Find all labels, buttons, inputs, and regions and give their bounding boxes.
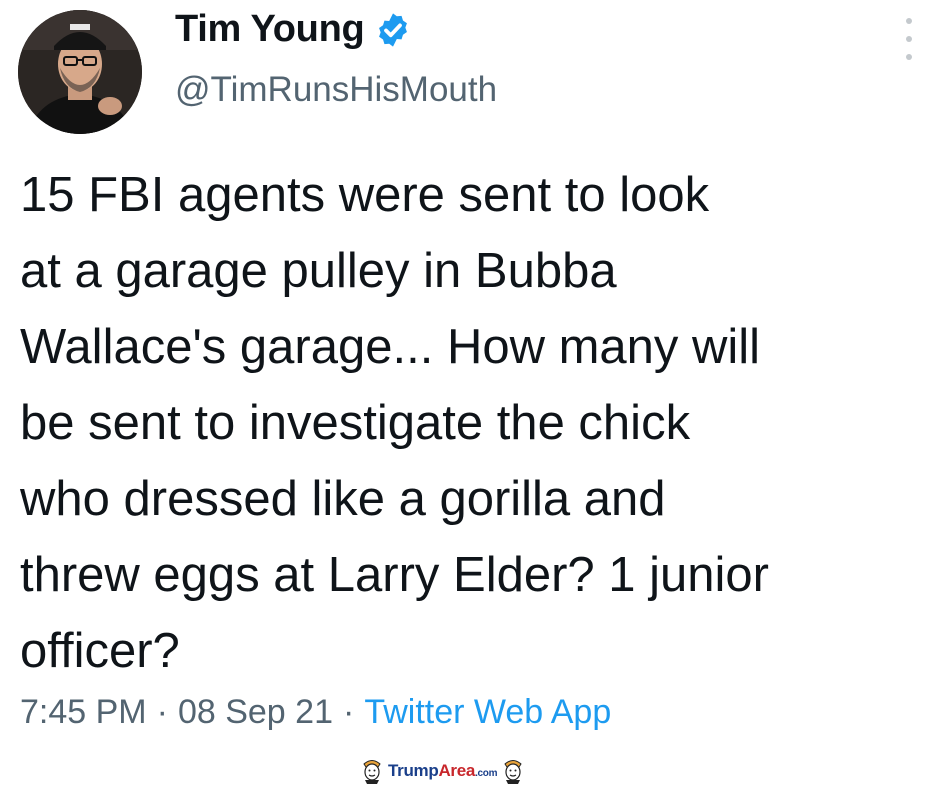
more-dot bbox=[906, 54, 912, 60]
tweet-text-line: at a garage pulley in Bubba bbox=[20, 244, 617, 298]
tweet-text-line: threw eggs at Larry Elder? 1 junior bbox=[20, 548, 769, 602]
tweet-text-line: 15 FBI agents were sent to look bbox=[20, 168, 710, 222]
tweet-time[interactable]: 7:45 PM bbox=[20, 693, 147, 731]
tweet-date[interactable]: 08 Sep 21 bbox=[178, 693, 333, 731]
tweet-source[interactable]: Twitter Web App bbox=[364, 693, 611, 731]
watermark: TrumpArea.com bbox=[360, 758, 525, 784]
avatar-image bbox=[18, 10, 142, 134]
tweet-text: 15 FBI agents were sent to look at a gar… bbox=[20, 157, 930, 689]
tweet-text-line: be sent to investigate the chick bbox=[20, 396, 691, 450]
watermark-text: TrumpArea.com bbox=[388, 761, 498, 781]
author-name-row[interactable]: Tim Young bbox=[175, 8, 412, 51]
tweet-text-line: who dressed like a gorilla and bbox=[20, 472, 666, 526]
caricature-right-icon bbox=[504, 760, 522, 784]
more-options-icon[interactable] bbox=[898, 18, 920, 60]
more-dot bbox=[906, 36, 912, 42]
tweet-text-line: officer? bbox=[20, 624, 180, 678]
watermark-part: .com bbox=[475, 768, 498, 779]
watermark-part: Trump bbox=[388, 761, 439, 780]
tweet-meta: 7:45 PM · 08 Sep 21 · Twitter Web App bbox=[20, 693, 611, 732]
author-handle[interactable]: @TimRunsHisMouth bbox=[175, 70, 497, 110]
meta-separator: · bbox=[342, 693, 355, 731]
tweet-card: Tim Young @TimRunsHisMouth 15 FBI agents… bbox=[0, 0, 940, 789]
author-name[interactable]: Tim Young bbox=[175, 8, 365, 51]
avatar[interactable] bbox=[18, 10, 142, 134]
caricature-left-icon bbox=[363, 760, 381, 784]
more-dot bbox=[906, 18, 912, 24]
watermark-part: Area bbox=[438, 761, 476, 780]
verified-badge-icon bbox=[379, 12, 408, 47]
tweet-text-line: Wallace's garage... How many will bbox=[20, 320, 761, 374]
meta-separator: · bbox=[156, 693, 168, 731]
